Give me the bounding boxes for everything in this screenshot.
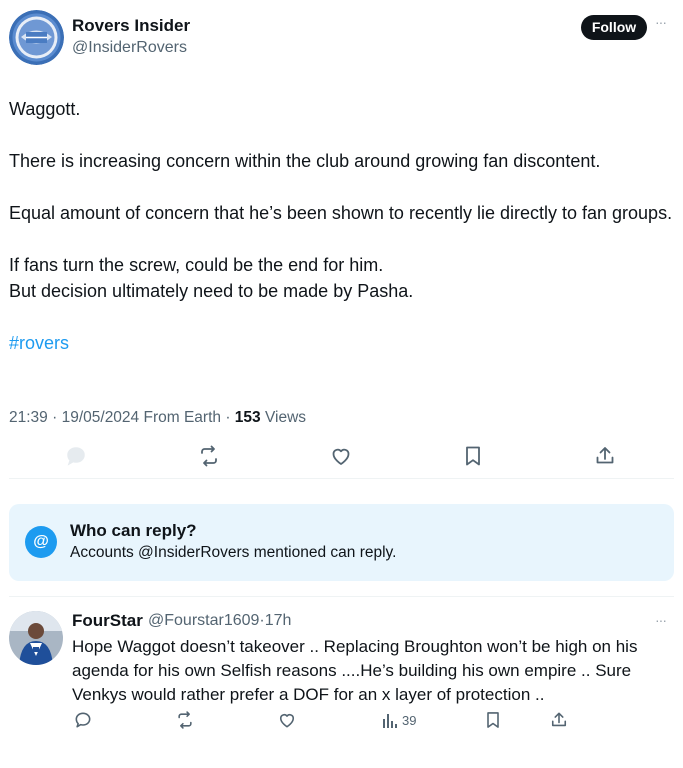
who-can-reply-description: Accounts @InsiderRovers mentioned can re…: [70, 544, 397, 561]
tweet-header: Rovers Insider @InsiderRovers Follow ···: [0, 0, 683, 80]
tweet-date[interactable]: 19/05/2024: [62, 409, 140, 426]
reply-views-icon[interactable]: [381, 710, 399, 730]
tweet-time[interactable]: 21:39: [9, 409, 48, 426]
reply-views-count: 39: [402, 713, 417, 728]
author-handle[interactable]: @InsiderRovers: [72, 39, 187, 57]
follow-button[interactable]: Follow: [581, 15, 647, 40]
reply-share-icon[interactable]: [549, 710, 569, 730]
like-icon[interactable]: [329, 444, 353, 468]
hashtag-link[interactable]: #rovers: [9, 333, 69, 353]
views-label: Views: [264, 409, 307, 426]
at-icon: @: [25, 526, 57, 558]
tweet-paragraph: There is increasing concern within the c…: [9, 151, 601, 171]
tweet-source: From Earth: [143, 409, 221, 426]
reply-tweet[interactable]: FourStar @Fourstar1609·17h ··· Hope Wagg…: [0, 600, 683, 760]
reply-author-avatar[interactable]: [9, 611, 63, 665]
reply-icon[interactable]: [64, 444, 88, 468]
tweet-paragraph: If fans turn the screw, could be the end…: [9, 255, 384, 275]
reply-author-name[interactable]: FourStar: [72, 611, 143, 631]
tweet-actions: [0, 444, 683, 474]
author-name[interactable]: Rovers Insider: [72, 16, 190, 36]
reply-bookmark-icon[interactable]: [483, 710, 503, 730]
reply-time[interactable]: 17h: [265, 612, 292, 629]
tweet-meta: 21:39 · 19/05/2024 From Earth · 153 View…: [9, 409, 307, 426]
reply-more-options-icon[interactable]: ···: [655, 612, 667, 628]
reply-actions: 39: [0, 710, 683, 734]
reply-author-handle[interactable]: @Fourstar1609: [148, 612, 259, 629]
tweet-paragraph: But decision ultimately need to be made …: [9, 281, 414, 301]
views-count: 153: [234, 409, 261, 426]
tweet-text: Waggott. There is increasing concern wit…: [9, 96, 674, 356]
share-icon[interactable]: [593, 444, 617, 468]
reply-text: Hope Waggot doesn’t takeover .. Replacin…: [72, 637, 638, 704]
retweet-icon[interactable]: [197, 444, 221, 468]
tweet-paragraph: Equal amount of concern that he’s been s…: [9, 203, 673, 223]
reply-retweet-icon[interactable]: [175, 710, 195, 730]
reply-author-meta: @Fourstar1609·17h: [148, 612, 292, 629]
divider: [9, 478, 674, 479]
reply-reply-icon[interactable]: [73, 710, 93, 730]
reply-like-icon[interactable]: [277, 710, 297, 730]
who-can-reply-panel: @ Who can reply? Accounts @InsiderRovers…: [9, 504, 674, 581]
who-can-reply-title: Who can reply?: [70, 521, 197, 540]
tweet-paragraph: Waggott.: [9, 99, 81, 119]
author-avatar[interactable]: [9, 10, 64, 65]
more-options-icon[interactable]: ···: [655, 15, 673, 29]
bookmark-icon[interactable]: [461, 444, 485, 468]
divider: [9, 596, 674, 597]
